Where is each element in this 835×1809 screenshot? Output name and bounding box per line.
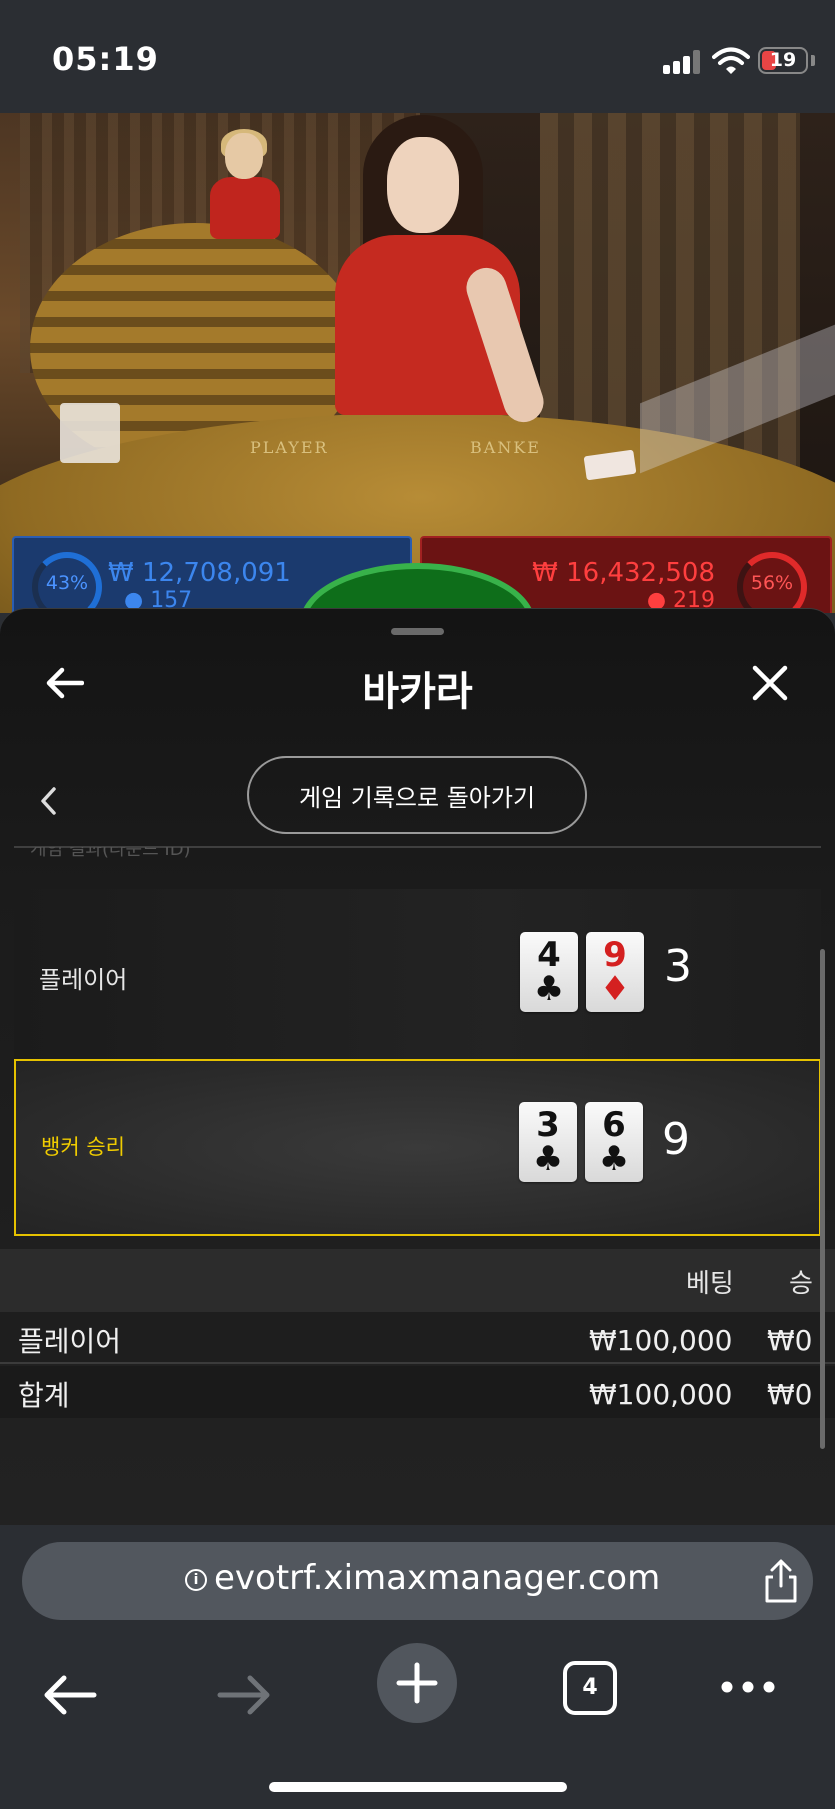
club-suit-icon: ♣ (532, 1139, 564, 1179)
status-time: 05:19 (52, 40, 159, 78)
win-column-header: 승 (789, 1269, 813, 1299)
game-history-sheet: 바카라 게임 기록으로 돌아가기 게임 결과(라운드 ID) 플레이어 4 ♣ … (0, 608, 835, 1525)
player-hand-row: 플레이어 4 ♣ 9 ♦ 3 (14, 889, 821, 1062)
tab-count-button[interactable]: 4 (563, 1661, 617, 1715)
summary-header: 베팅 승 (0, 1249, 835, 1312)
faded-round-text: 게임 결과(라운드 ID) (30, 847, 191, 859)
row-bet: ₩100,000 (589, 1324, 733, 1357)
table-player-label: PLAYER (250, 438, 329, 457)
dealer (325, 115, 549, 445)
close-icon[interactable] (742, 655, 798, 711)
table-row: 플레이어 ₩100,000 ₩0 (0, 1312, 835, 1364)
live-video-stream: PLAYER BANKE 43% ₩ 12,708,091 ● 157 56% … (0, 113, 835, 613)
battery-level: 19 (769, 49, 797, 71)
bet-column-header: 베팅 (686, 1269, 734, 1299)
club-suit-icon: ♣ (533, 969, 565, 1009)
banker-hand-label: 뱅커 승리 (41, 1135, 125, 1159)
home-indicator[interactable] (269, 1782, 567, 1792)
player-hand-score: 3 (664, 941, 692, 992)
info-icon[interactable]: i (185, 1569, 207, 1591)
card-stack (60, 403, 120, 463)
new-tab-button[interactable] (377, 1643, 457, 1723)
row-label: 플레이어 (18, 1325, 122, 1358)
back-icon[interactable] (40, 1670, 100, 1720)
player-hand-label: 플레이어 (39, 966, 128, 994)
browser-toolbar: i evotrf.ximaxmanager.com 4 (0, 1525, 835, 1809)
more-icon[interactable] (720, 1680, 776, 1694)
wifi-icon (712, 47, 750, 74)
banker-hand-score: 9 (662, 1114, 690, 1165)
table-row-total: 합계 ₩100,000 ₩0 (0, 1366, 835, 1418)
diamond-suit-icon: ♦ (599, 969, 631, 1009)
row-label: 합계 (18, 1379, 70, 1412)
row-win: ₩0 (767, 1324, 813, 1357)
return-to-history-button[interactable]: 게임 기록으로 돌아가기 (247, 756, 587, 834)
battery-icon: 19 (758, 47, 808, 74)
banker-bet-percent: 56% (750, 572, 794, 594)
banker-bet-amount: ₩ 16,432,508 (532, 558, 715, 588)
cellular-signal-icon (663, 50, 705, 74)
row-win: ₩0 (767, 1378, 813, 1411)
playing-card: 9 ♦ (586, 932, 644, 1012)
url-text[interactable]: evotrf.ximaxmanager.com (214, 1558, 660, 1598)
playing-card: 4 ♣ (520, 932, 578, 1012)
status-bar: 05:19 19 (0, 0, 835, 113)
plus-icon (396, 1662, 438, 1704)
banker-hand-row: 뱅커 승리 3 ♣ 6 ♣ 9 (14, 1059, 821, 1236)
address-bar[interactable]: i evotrf.ximaxmanager.com (22, 1542, 813, 1620)
share-icon[interactable] (760, 1558, 802, 1604)
club-suit-icon: ♣ (598, 1139, 630, 1179)
scrollbar[interactable] (820, 949, 825, 1449)
forward-icon[interactable] (214, 1670, 274, 1720)
playing-card: 3 ♣ (519, 1102, 577, 1182)
sheet-grabber[interactable] (391, 628, 444, 635)
chevron-left-icon[interactable] (30, 776, 66, 826)
row-bet: ₩100,000 (589, 1378, 733, 1411)
playing-card: 6 ♣ (585, 1102, 643, 1182)
sheet-title: 바카라 (362, 669, 473, 715)
player-bet-percent: 43% (45, 572, 89, 594)
background-dealer (205, 129, 285, 243)
player-bet-amount: ₩ 12,708,091 (108, 558, 291, 588)
table-banker-label: BANKE (470, 438, 541, 457)
